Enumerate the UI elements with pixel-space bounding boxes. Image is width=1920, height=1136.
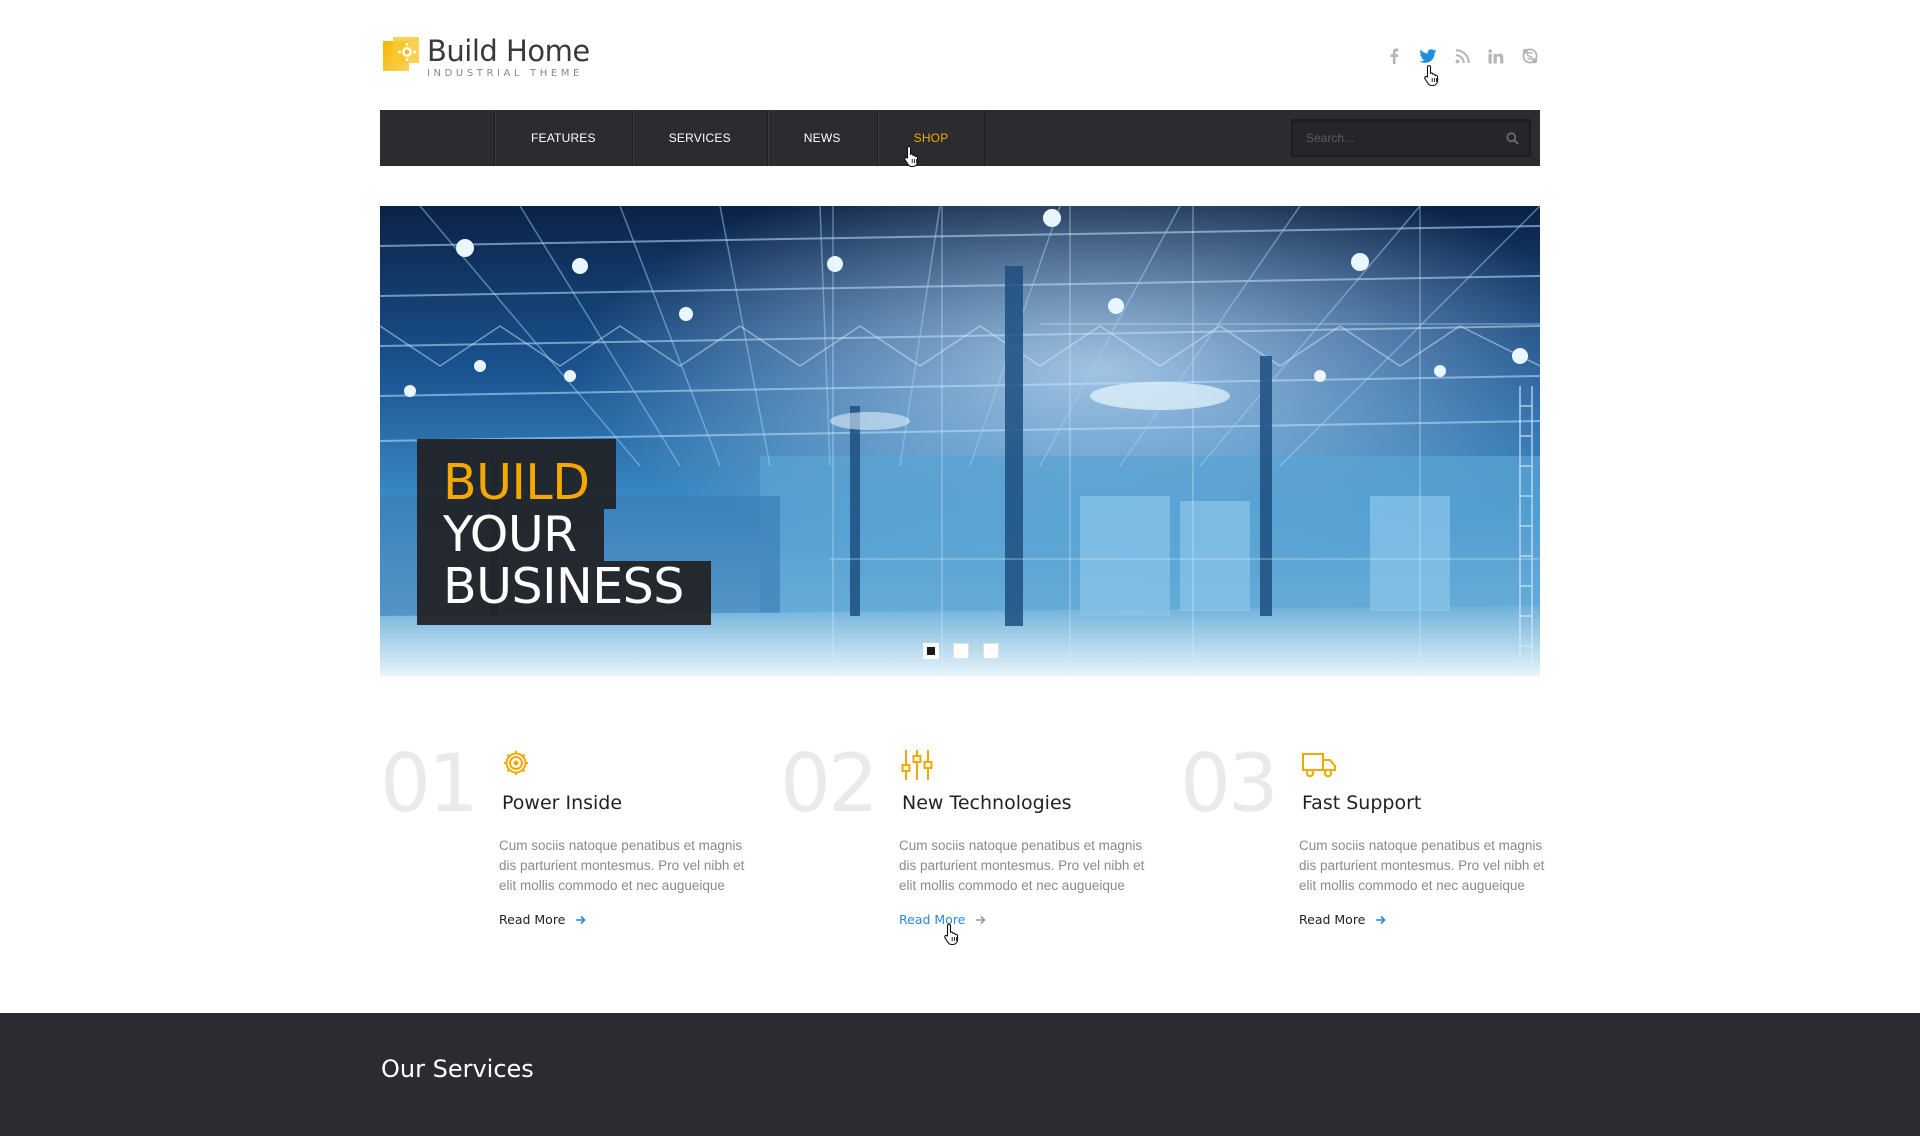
nav-item-shop[interactable]: SHOP xyxy=(878,110,986,166)
social-links xyxy=(1384,46,1540,66)
feature-number: 02 xyxy=(780,737,879,830)
arrow-right-icon xyxy=(976,915,987,924)
hero-line-2: YOUR xyxy=(417,509,604,561)
feature-card: 02 New Technologies Cum sociis natoque p… xyxy=(780,737,1144,960)
arrow-right-icon xyxy=(576,915,587,924)
arrow-right-icon xyxy=(1376,915,1387,924)
feature-number: 03 xyxy=(1180,737,1279,830)
hand-cursor-icon xyxy=(1424,64,1439,86)
logo-subtitle: INDUSTRIAL THEME xyxy=(427,68,583,79)
hero-slider: BUILD YOUR BUSINESS xyxy=(380,206,1540,676)
hero-line-3: BUSINESS xyxy=(417,561,711,625)
search-input[interactable] xyxy=(1292,120,1494,156)
slider-pagination xyxy=(923,643,999,659)
nav-item-features[interactable]: FEATURES xyxy=(495,110,633,166)
feature-text: Cum sociis natoque penatibus et magnis d… xyxy=(499,838,745,893)
feature-card: 03 Fast Support Cum sociis natoque penat… xyxy=(1180,737,1544,960)
feature-title: Fast Support xyxy=(1302,792,1422,814)
read-more-label: Read More xyxy=(1299,912,1366,927)
services-title: Our Services xyxy=(381,1055,534,1083)
slider-dot-2[interactable] xyxy=(953,643,969,659)
read-more-link[interactable]: Read More xyxy=(1299,912,1387,927)
sliders-icon xyxy=(901,748,937,784)
slider-dot-3[interactable] xyxy=(983,643,999,659)
nav-item-news[interactable]: NEWS xyxy=(768,110,878,166)
skype-icon[interactable] xyxy=(1520,46,1540,66)
read-more-label: Read More xyxy=(899,912,966,927)
read-more-link[interactable]: Read More xyxy=(899,912,987,927)
logo-title: Build Home xyxy=(427,34,590,68)
feature-number: 01 xyxy=(380,737,479,830)
rss-icon[interactable] xyxy=(1452,46,1472,66)
facebook-icon[interactable] xyxy=(1384,46,1404,66)
features-section: 01 Power Inside Cum sociis natoque penat… xyxy=(380,737,1544,970)
linkedin-icon[interactable] xyxy=(1486,46,1506,66)
search-icon[interactable] xyxy=(1494,120,1530,156)
hero-caption: BUILD YOUR BUSINESS xyxy=(417,439,711,625)
feature-card: 01 Power Inside Cum sociis natoque penat… xyxy=(380,737,744,960)
feature-text: Cum sociis natoque penatibus et magnis d… xyxy=(899,838,1145,893)
logo-mark-icon xyxy=(383,37,419,73)
read-more-label: Read More xyxy=(499,912,566,927)
feature-text: Cum sociis natoque penatibus et magnis d… xyxy=(1299,838,1545,893)
slider-dot-1[interactable] xyxy=(923,643,939,659)
main-nav: FEATURES SERVICES NEWS SHOP xyxy=(380,110,1540,167)
services-section xyxy=(0,1013,1920,1136)
feature-title: Power Inside xyxy=(502,792,623,814)
site-header: Build Home INDUSTRIAL THEME xyxy=(380,0,1540,110)
read-more-link[interactable]: Read More xyxy=(499,912,587,927)
twitter-icon[interactable] xyxy=(1418,46,1438,66)
nav-item-services[interactable]: SERVICES xyxy=(633,110,768,166)
feature-title: New Technologies xyxy=(902,792,1072,814)
hero-line-1: BUILD xyxy=(417,439,617,509)
truck-icon xyxy=(1301,748,1337,784)
site-logo[interactable]: Build Home INDUSTRIAL THEME xyxy=(383,35,590,79)
search-box xyxy=(1291,119,1531,157)
gear-icon xyxy=(501,748,537,784)
